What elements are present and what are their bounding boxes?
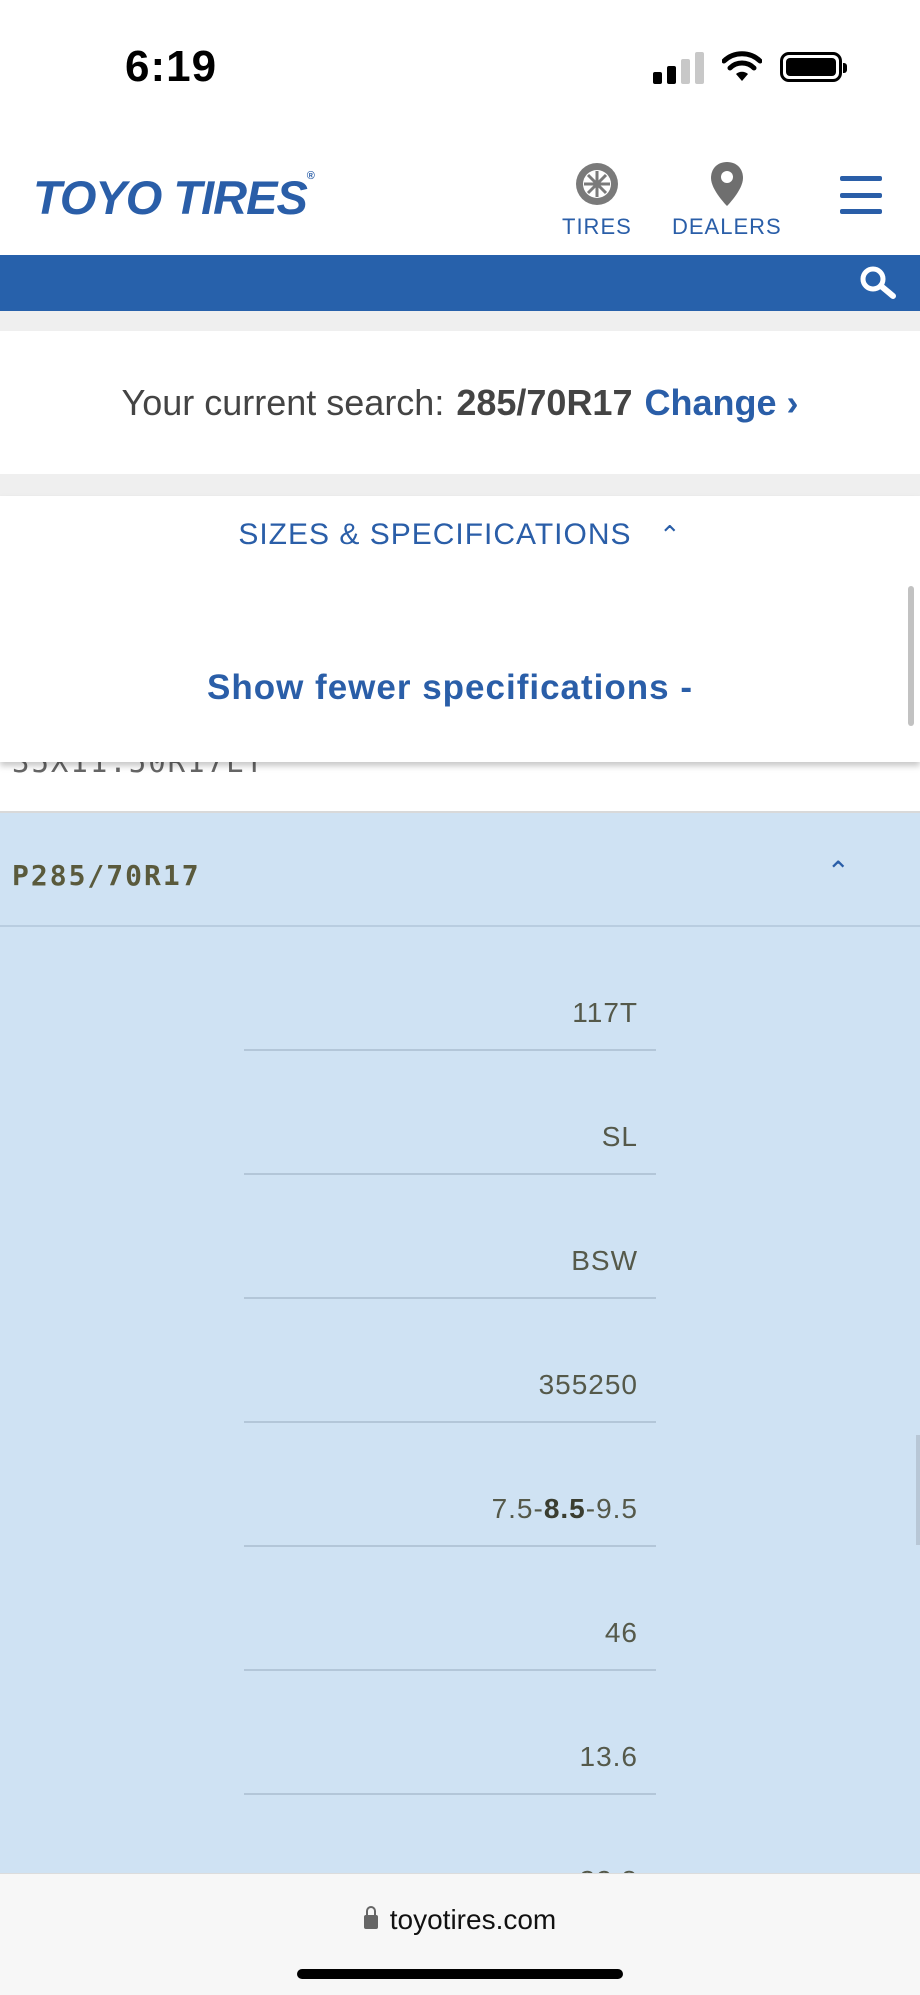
spec-value: 32.8 [580,1865,639,1873]
divider [0,474,920,496]
url-text: toyotires.com [389,1904,557,1935]
scrollbar[interactable] [916,1435,920,1545]
current-search-size: 285/70R17 [456,381,633,423]
toyo-tires-logo[interactable]: TOYO TIRES® [33,170,315,225]
home-indicator[interactable] [297,1969,623,1979]
divider [0,311,920,331]
battery-icon [780,52,847,82]
size-row-selected[interactable]: P285/70R17 ⌃ [0,813,920,927]
status-time: 6:19 [125,42,218,91]
spec-row: 13.6 [244,1671,656,1795]
specs-panel: SIZES & SPECIFICATIONS ⌃ Show fewer spec… [0,496,920,762]
status-icons [653,50,847,84]
chevron-up-icon: ⌃ [658,520,682,550]
nav-dealers-label: DEALERS [672,214,782,239]
location-pin-icon [710,162,743,206]
spec-row: 355250 [244,1299,656,1423]
spec-product-code: 355250 [538,1369,638,1400]
cellular-signal-icon [653,50,704,84]
spec-row: 46 [244,1547,656,1671]
site-header: TOYO TIRES® TIRES DEALERS [0,130,920,255]
size-details: 117T SL BSW 355250 7.5-8.5-9.5 46 13.6 3… [0,927,920,1873]
spec-row: 117T [244,927,656,1051]
sizes-specifications-toggle[interactable]: SIZES & SPECIFICATIONS ⌃ [0,518,920,552]
size-row-label: P285/70R17 [12,859,201,892]
search-icon[interactable] [858,265,898,301]
nav-dealers[interactable]: DEALERS [672,160,782,240]
spec-sidewall: BSW [571,1245,638,1276]
nav-tires[interactable]: TIRES [562,160,632,240]
spec-row: 7.5-8.5-9.5 [244,1423,656,1547]
chevron-up-icon[interactable]: ⌃ [827,855,850,888]
spec-value: 46 [604,1617,638,1648]
current-search: Your current search: 285/70R17 Change › [0,331,920,474]
change-search-link[interactable]: Change › [644,382,798,424]
status-bar: 6:19 [0,0,920,130]
spec-row: 32.8 [244,1795,656,1873]
tire-icon [575,163,618,205]
url-display[interactable]: toyotires.com [0,1904,920,1936]
spec-row: BSW [244,1175,656,1299]
spec-load-speed: 117T [572,997,638,1028]
hamburger-menu-icon[interactable] [840,176,882,214]
nav-tires-label: TIRES [562,214,632,239]
spec-row: SL [244,1051,656,1175]
sizes-specifications-label: SIZES & SPECIFICATIONS [238,518,632,551]
spec-rim-range: 7.5-8.5-9.5 [491,1493,638,1524]
current-search-label: Your current search: [121,381,445,423]
browser-address-bar: toyotires.com [0,1873,920,1995]
search-bar [0,255,920,311]
wifi-icon [722,51,762,81]
scrollbar[interactable] [908,586,914,726]
spec-value: 13.6 [579,1741,638,1772]
spec-load-range: SL [601,1121,638,1152]
lock-icon [363,1905,378,1929]
show-fewer-specifications-button[interactable]: Show fewer specifications - [0,668,900,708]
